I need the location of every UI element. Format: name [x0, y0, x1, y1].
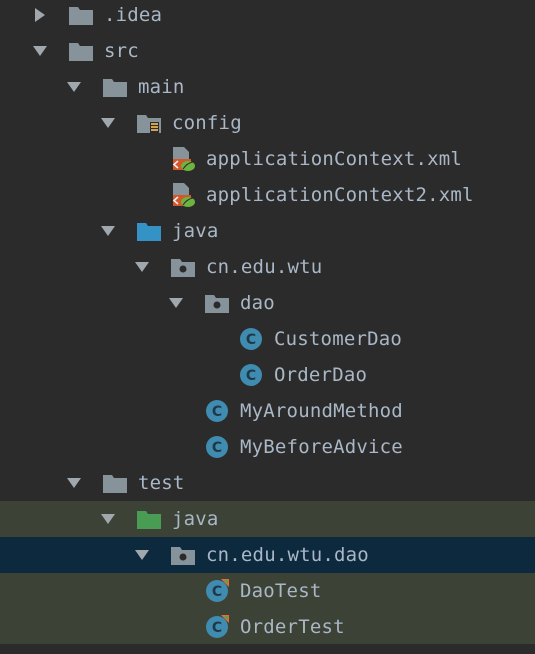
chevron-down-icon[interactable]: [100, 115, 116, 131]
tree-item-label: cn.edu.wtu.dao: [206, 544, 369, 566]
svg-text:C: C: [212, 584, 222, 600]
package-icon: [170, 543, 196, 567]
svg-text:C: C: [212, 440, 222, 456]
tree-item-label: OrderTest: [240, 616, 345, 638]
tree-item-label: java: [172, 508, 219, 530]
class-icon: C: [204, 399, 230, 423]
svg-text:C: C: [212, 404, 222, 420]
chevron-right-icon[interactable]: [32, 7, 48, 23]
class-icon: C: [238, 327, 264, 351]
tree-row-appctx[interactable]: applicationContext.xml: [0, 141, 535, 177]
test-class-icon: C: [204, 615, 230, 639]
tree-item-label: applicationContext2.xml: [206, 184, 474, 206]
class-icon: C: [238, 363, 264, 387]
tree-item-label: src: [104, 40, 139, 62]
tree-item-label: main: [138, 76, 185, 98]
test-class-icon: C: [204, 579, 230, 603]
package-icon: [204, 291, 230, 315]
tree-item-label: applicationContext.xml: [206, 148, 463, 170]
source-folder-icon: [136, 219, 162, 243]
svg-text:C: C: [246, 368, 256, 384]
folder-icon: [68, 39, 94, 63]
svg-text:C: C: [212, 620, 222, 636]
tree-row-pkg-wtu[interactable]: cn.edu.wtu: [0, 249, 535, 285]
chevron-down-icon[interactable]: [134, 259, 150, 275]
spring-xml-icon: [170, 147, 196, 171]
tree-row-mybefore[interactable]: C MyBeforeAdvice: [0, 429, 535, 465]
tree-row-customerdao[interactable]: C CustomerDao: [0, 321, 535, 357]
tree-item-label: java: [172, 220, 219, 242]
tree-item-label: MyAroundMethod: [240, 400, 403, 422]
chevron-down-icon[interactable]: [168, 295, 184, 311]
test-source-folder-icon: [136, 507, 162, 531]
tree-item-label: config: [172, 112, 242, 134]
chevron-down-icon[interactable]: [134, 547, 150, 563]
chevron-down-icon[interactable]: [66, 79, 82, 95]
tree-row-daotest[interactable]: C DaoTest: [0, 573, 535, 609]
chevron-down-icon[interactable]: [32, 43, 48, 59]
tree-row-java-main[interactable]: java: [0, 213, 535, 249]
tree-row-orderdao[interactable]: C OrderDao: [0, 357, 535, 393]
folder-icon: [68, 3, 94, 27]
folder-icon: [102, 471, 128, 495]
tree-row-test[interactable]: test: [0, 465, 535, 501]
tree-item-label: DaoTest: [240, 580, 322, 602]
tree-row-myaround[interactable]: C MyAroundMethod: [0, 393, 535, 429]
tree-row-appctx2[interactable]: applicationContext2.xml: [0, 177, 535, 213]
resource-folder-icon: [136, 111, 162, 135]
tree-row-ordertest[interactable]: C OrderTest: [0, 609, 535, 645]
svg-text:C: C: [246, 332, 256, 348]
tree-item-label: .idea: [104, 4, 163, 26]
tree-row-idea[interactable]: .idea: [0, 0, 535, 33]
tree-row-src[interactable]: src: [0, 33, 535, 69]
tree-row-config[interactable]: config: [0, 105, 535, 141]
tree-item-label: OrderDao: [274, 364, 368, 386]
tree-row-pkg-test[interactable]: cn.edu.wtu.dao: [0, 537, 535, 573]
tree-item-label: test: [138, 472, 185, 494]
chevron-down-icon[interactable]: [100, 511, 116, 527]
tree-item-label: cn.edu.wtu: [206, 256, 323, 278]
bottom-strip: [0, 644, 535, 654]
tree-row-main[interactable]: main: [0, 69, 535, 105]
folder-icon: [102, 75, 128, 99]
class-icon: C: [204, 435, 230, 459]
spring-xml-icon: [170, 183, 196, 207]
chevron-down-icon[interactable]: [100, 223, 116, 239]
tree-item-label: dao: [240, 292, 275, 314]
package-icon: [170, 255, 196, 279]
tree-item-label: MyBeforeAdvice: [240, 436, 403, 458]
chevron-down-icon[interactable]: [66, 475, 82, 491]
tree-item-label: CustomerDao: [274, 328, 403, 350]
tree-row-java-test[interactable]: java: [0, 501, 535, 537]
tree-row-pkg-dao[interactable]: dao: [0, 285, 535, 321]
